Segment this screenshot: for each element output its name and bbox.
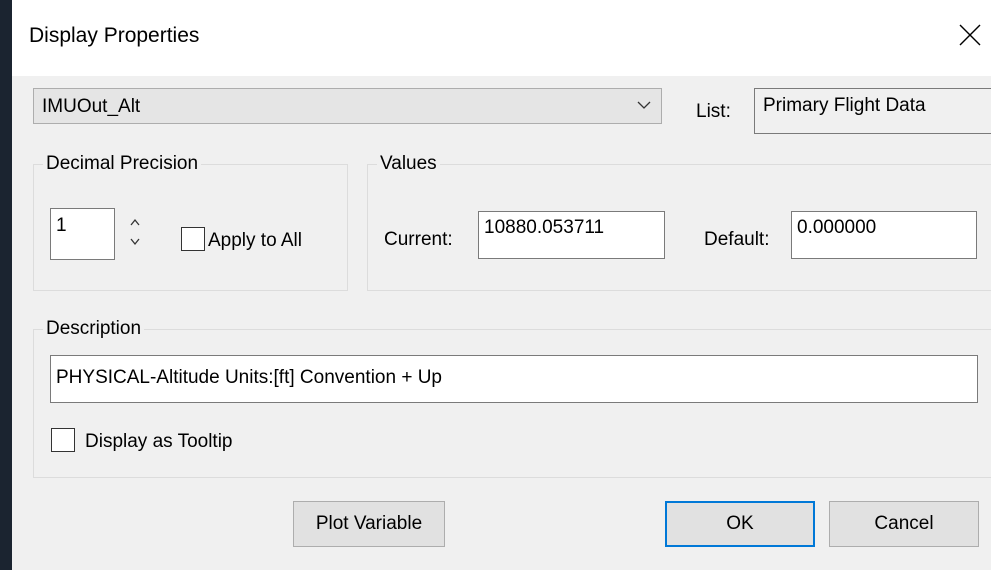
chevron-down-icon xyxy=(637,101,651,109)
apply-to-all-label[interactable]: Apply to All xyxy=(208,230,302,252)
close-button[interactable] xyxy=(951,14,991,60)
current-value-field[interactable]: 10880.053711 xyxy=(478,211,665,259)
list-value: Primary Flight Data xyxy=(763,95,926,116)
decimal-precision-spinner[interactable] xyxy=(127,215,143,255)
current-value: 10880.053711 xyxy=(484,217,605,238)
values-legend: Values xyxy=(377,153,440,175)
description-group: Description xyxy=(33,318,991,478)
plot-variable-button[interactable]: Plot Variable xyxy=(293,501,445,547)
spinner-up-icon[interactable] xyxy=(127,215,143,229)
spinner-down-icon[interactable] xyxy=(127,235,143,249)
dialog-title: Display Properties xyxy=(29,24,200,47)
ok-button[interactable]: OK xyxy=(665,501,815,547)
list-label: List: xyxy=(696,101,731,122)
cancel-button[interactable]: Cancel xyxy=(829,501,979,547)
current-label: Current: xyxy=(384,229,453,250)
list-field: Primary Flight Data xyxy=(754,88,991,134)
variable-dropdown-value: IMUOut_Alt xyxy=(42,96,141,117)
apply-to-all-checkbox[interactable] xyxy=(181,227,205,251)
variable-dropdown[interactable]: IMUOut_Alt xyxy=(33,88,662,124)
display-as-tooltip-label[interactable]: Display as Tooltip xyxy=(85,431,233,453)
decimal-precision-input[interactable]: 1 xyxy=(50,208,115,260)
title-bar: Display Properties xyxy=(12,0,991,76)
decimal-precision-value: 1 xyxy=(56,215,67,236)
default-value: 0.000000 xyxy=(797,217,877,238)
description-text: PHYSICAL-Altitude Units:[ft] Convention … xyxy=(56,367,442,388)
decimal-precision-legend: Decimal Precision xyxy=(43,153,202,175)
display-properties-dialog: Display Properties IMUOut_Alt List: Prim… xyxy=(12,0,991,570)
close-icon xyxy=(959,24,981,46)
default-value-field[interactable]: 0.000000 xyxy=(791,211,977,259)
display-as-tooltip-checkbox[interactable] xyxy=(51,428,75,452)
default-label: Default: xyxy=(704,229,770,250)
description-legend: Description xyxy=(43,318,145,340)
description-input[interactable]: PHYSICAL-Altitude Units:[ft] Convention … xyxy=(50,355,978,403)
